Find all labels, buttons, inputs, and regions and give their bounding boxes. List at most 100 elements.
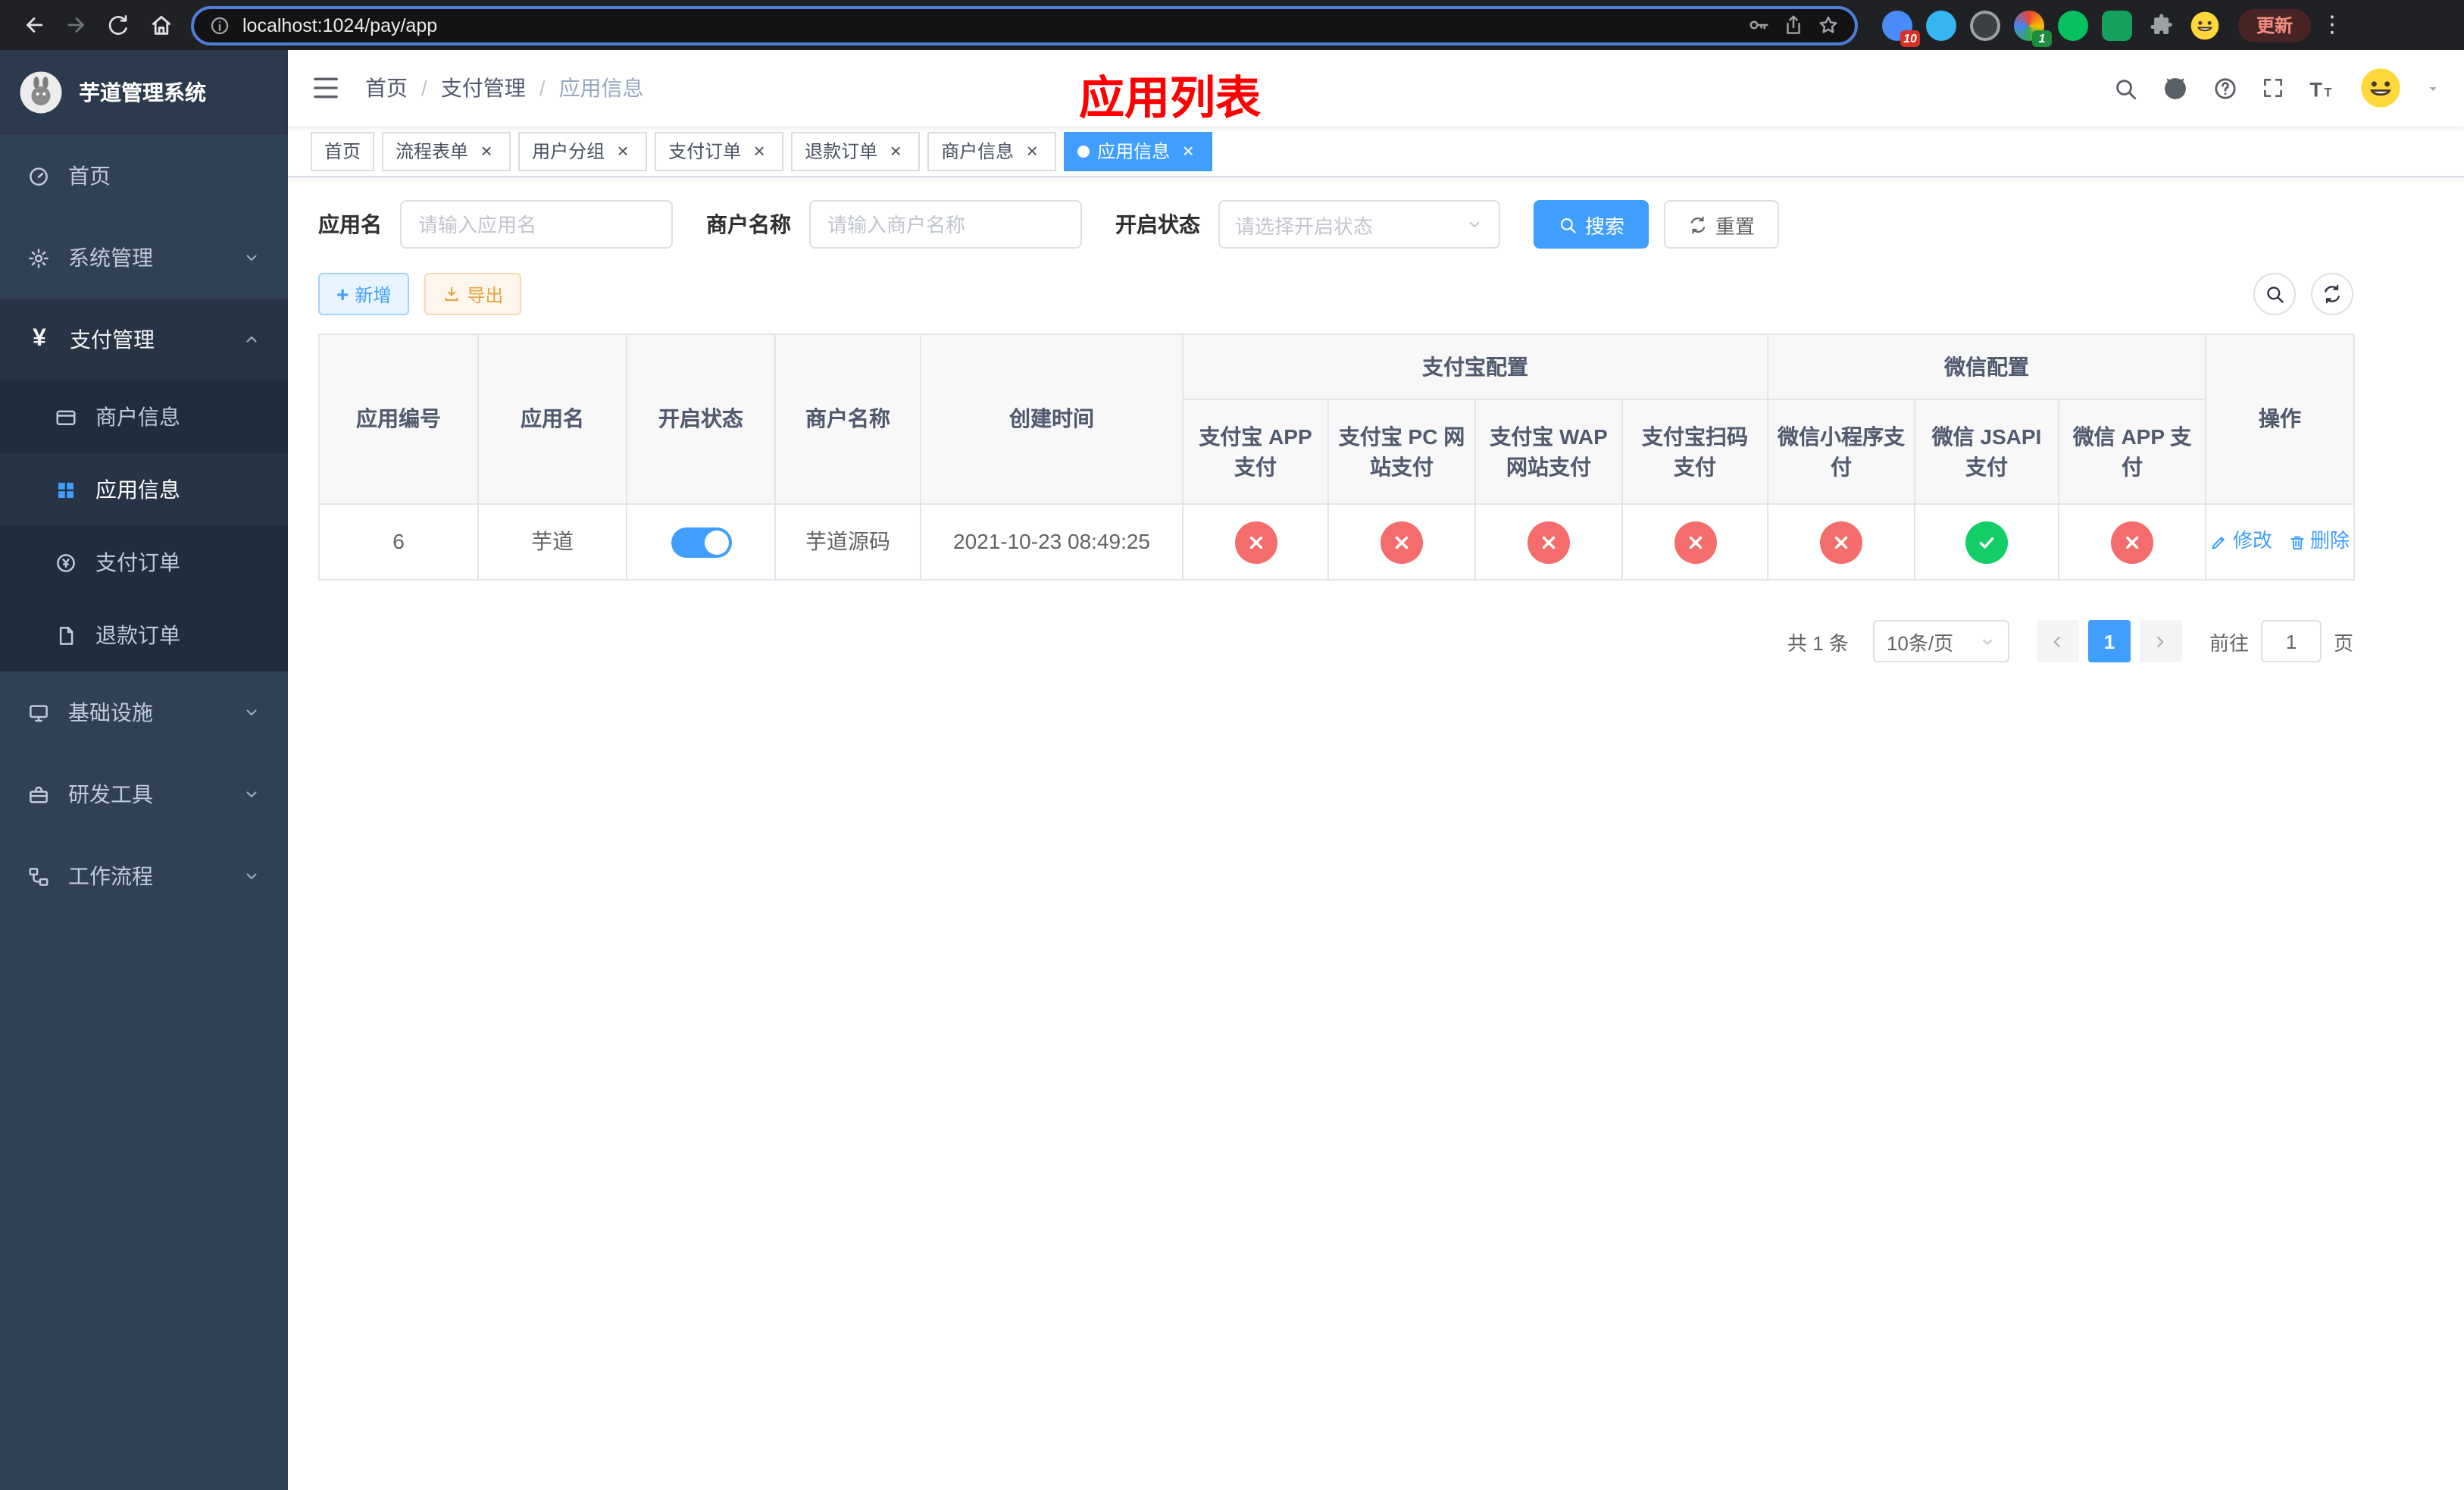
home-button[interactable] bbox=[139, 4, 182, 46]
tab-close-icon[interactable]: × bbox=[749, 140, 770, 161]
goto-page-input[interactable] bbox=[2260, 620, 2322, 662]
tab-close-icon[interactable]: × bbox=[476, 140, 497, 161]
payment-submenu: 商户信息 应用信息 支付订单 退款订单 bbox=[0, 380, 288, 671]
status-select[interactable]: 请选择开启状态 bbox=[1218, 200, 1500, 249]
share-icon[interactable] bbox=[1782, 14, 1805, 36]
tab-close-icon[interactable]: × bbox=[1021, 140, 1043, 161]
extension-icon-5[interactable] bbox=[2058, 10, 2088, 40]
sidebar-item-dev-tools[interactable]: 研发工具 bbox=[0, 753, 288, 835]
forward-button[interactable] bbox=[55, 4, 97, 46]
browser-menu-button[interactable]: ⋮ bbox=[2311, 4, 2353, 46]
config-status-icon bbox=[1381, 521, 1423, 563]
reload-button[interactable] bbox=[97, 4, 139, 46]
back-button[interactable] bbox=[12, 4, 55, 46]
profile-face-icon bbox=[2190, 11, 2219, 39]
config-status-icon bbox=[2111, 521, 2153, 563]
extension-icon-2[interactable] bbox=[1926, 10, 1956, 40]
extension-icon-3[interactable] bbox=[1970, 10, 2000, 40]
cell-status bbox=[626, 503, 776, 581]
cell-alipay-pc bbox=[1327, 503, 1476, 581]
merchant-name-input[interactable] bbox=[809, 200, 1082, 249]
extensions-puzzle-icon[interactable] bbox=[2146, 10, 2176, 40]
status-select-placeholder: 请选择开启状态 bbox=[1235, 214, 1374, 237]
breadcrumb-home[interactable]: 首页 bbox=[365, 73, 408, 103]
sidebar-item-payment[interactable]: ¥ 支付管理 bbox=[0, 299, 288, 380]
config-status-icon bbox=[1820, 521, 1862, 563]
refresh-table-button[interactable] bbox=[2311, 273, 2353, 315]
tab-pay-order[interactable]: 支付订单 × bbox=[655, 131, 784, 171]
table-toolbar: + 新增 导出 bbox=[318, 273, 2353, 315]
fullscreen-icon[interactable] bbox=[2261, 76, 2285, 100]
address-bar[interactable]: localhost:1024/pay/app bbox=[191, 5, 1858, 45]
page-number-1[interactable]: 1 bbox=[2087, 620, 2131, 662]
export-button[interactable]: 导出 bbox=[424, 273, 522, 315]
search-button[interactable]: 搜索 bbox=[1534, 200, 1649, 249]
select-caret-icon bbox=[1469, 221, 1480, 227]
extension-icon-6[interactable] bbox=[2102, 10, 2132, 40]
col-header-alipay-pc: 支付宝 PC 网站支付 bbox=[1327, 399, 1476, 505]
refresh-icon bbox=[2325, 284, 2340, 304]
extension-icon-1[interactable]: 10 bbox=[1882, 10, 1920, 46]
edit-link[interactable]: 修改 bbox=[2210, 527, 2272, 556]
plus-icon: + bbox=[336, 282, 349, 306]
hamburger-icon[interactable] bbox=[311, 73, 341, 103]
sidebar-item-home[interactable]: 首页 bbox=[0, 135, 288, 217]
breadcrumb-separator: / bbox=[539, 76, 546, 100]
profile-avatar[interactable] bbox=[2190, 10, 2220, 40]
toggle-search-button[interactable] bbox=[2253, 273, 2296, 315]
status-label: 开启状态 bbox=[1115, 212, 1200, 236]
prev-page-button[interactable] bbox=[2036, 620, 2079, 662]
app-logo[interactable]: 芋道管理系统 bbox=[0, 50, 288, 135]
tab-close-icon[interactable]: × bbox=[1177, 140, 1199, 161]
grid-icon bbox=[58, 482, 73, 497]
breadcrumb-payment[interactable]: 支付管理 bbox=[441, 73, 526, 103]
sidebar-item-infrastructure[interactable]: 基础设施 bbox=[0, 671, 288, 753]
font-size-icon[interactable]: TT bbox=[2308, 74, 2337, 102]
sidebar-item-app-info[interactable]: 应用信息 bbox=[0, 453, 288, 526]
dots-vertical-icon: ⋮ bbox=[2321, 12, 2344, 38]
sidebar-item-system[interactable]: 系统管理 bbox=[0, 217, 288, 299]
update-button[interactable]: 更新 bbox=[2238, 8, 2312, 42]
tab-close-icon[interactable]: × bbox=[612, 140, 633, 161]
sidebar-item-refund-order[interactable]: 退款订单 bbox=[0, 599, 288, 671]
tab-app-info[interactable]: 应用信息 × bbox=[1064, 131, 1213, 171]
bookmark-star-icon[interactable] bbox=[1817, 14, 1840, 36]
sidebar-item-merchant-info[interactable]: 商户信息 bbox=[0, 380, 288, 453]
help-icon[interactable] bbox=[2212, 75, 2238, 101]
header-search-icon[interactable] bbox=[2112, 75, 2138, 101]
next-page-button[interactable] bbox=[2139, 620, 2182, 662]
user-avatar[interactable] bbox=[2359, 67, 2402, 109]
tab-merchant-info[interactable]: 商户信息 × bbox=[927, 131, 1057, 171]
password-key-icon[interactable] bbox=[1747, 14, 1770, 36]
cell-alipay-qr bbox=[1621, 503, 1768, 581]
chevron-down-icon bbox=[246, 791, 257, 797]
tab-user-group[interactable]: 用户分组 × bbox=[518, 131, 648, 171]
breadcrumb-separator: / bbox=[421, 76, 427, 100]
delete-link[interactable]: 删除 bbox=[2287, 527, 2350, 556]
tab-home[interactable]: 首页 bbox=[311, 131, 375, 171]
reset-button[interactable]: 重置 bbox=[1664, 200, 1780, 249]
page-size-select[interactable]: 10条/页 bbox=[1872, 620, 2009, 662]
col-header-wechat-app: 微信 APP 支付 bbox=[2058, 399, 2206, 505]
site-info-icon[interactable] bbox=[209, 14, 230, 36]
avatar-caret-icon[interactable] bbox=[2425, 80, 2441, 96]
pagination: 共 1 条 10条/页 1 前往 1 页 bbox=[318, 620, 2353, 662]
refresh-icon bbox=[1690, 215, 1706, 233]
sidebar-item-pay-order[interactable]: 支付订单 bbox=[0, 526, 288, 599]
status-toggle[interactable] bbox=[671, 527, 731, 559]
github-icon[interactable] bbox=[2161, 74, 2190, 102]
url-text[interactable]: localhost:1024/pay/app bbox=[242, 14, 1735, 36]
tab-process-form[interactable]: 流程表单 × bbox=[382, 131, 511, 171]
sidebar-item-workflow[interactable]: 工作流程 bbox=[0, 835, 288, 917]
app-name-input[interactable] bbox=[400, 200, 673, 249]
select-caret-icon bbox=[1982, 638, 1992, 644]
chevron-down-icon bbox=[246, 255, 257, 261]
tab-refund-order[interactable]: 退款订单 × bbox=[791, 131, 921, 171]
toolbox-icon bbox=[30, 785, 48, 803]
cell-wechat-jsapi bbox=[1914, 503, 2059, 581]
col-header-alipay-wap: 支付宝 WAP 网站支付 bbox=[1474, 399, 1623, 505]
add-button[interactable]: + 新增 bbox=[318, 273, 410, 315]
extension-icon-4[interactable]: 1 bbox=[2014, 10, 2052, 46]
goto-label: 前往 bbox=[2209, 631, 2249, 654]
tab-close-icon[interactable]: × bbox=[885, 140, 906, 161]
